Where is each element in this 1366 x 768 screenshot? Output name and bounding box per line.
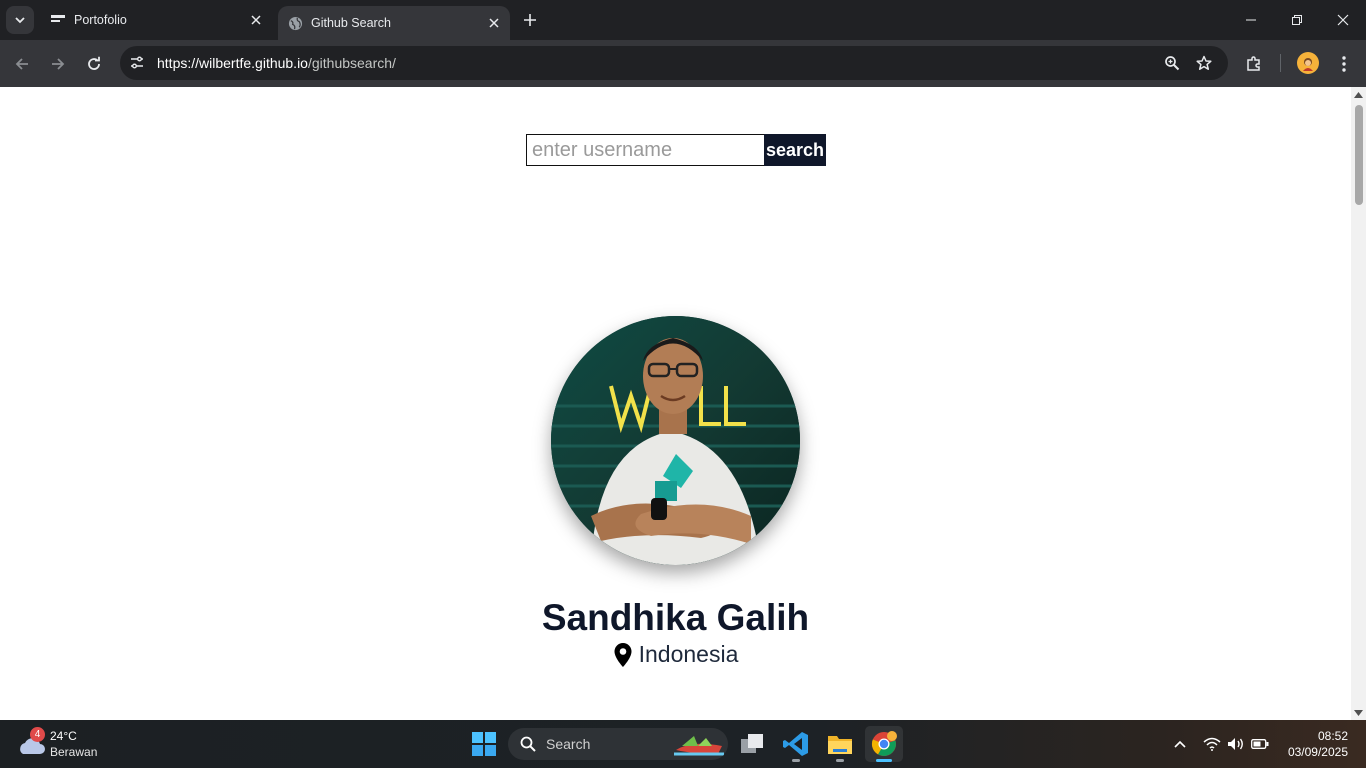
reload-button[interactable]: [80, 50, 108, 78]
portfolio-favicon: [50, 12, 66, 28]
extensions-button[interactable]: [1240, 50, 1268, 78]
vscode-app-button[interactable]: [777, 726, 815, 762]
bookmark-star-icon[interactable]: [1190, 49, 1218, 77]
start-button[interactable]: [468, 728, 500, 760]
forward-button[interactable]: [44, 50, 72, 78]
puzzle-icon: [1247, 56, 1260, 71]
search-button[interactable]: search: [764, 134, 826, 166]
clock-time: 08:52: [1317, 729, 1348, 743]
map-pin-icon: [613, 642, 635, 668]
weather-badge: 4: [30, 727, 45, 742]
site-info-icon[interactable]: [123, 49, 151, 77]
taskbar-search-label: Search: [546, 736, 591, 752]
zoom-icon[interactable]: [1158, 49, 1186, 77]
taskbar-search[interactable]: Search: [508, 728, 728, 760]
url-path: /githubsearch/: [307, 55, 396, 71]
close-window-button[interactable]: [1328, 6, 1358, 34]
address-bar[interactable]: https://wilbertfe.github.io/githubsearch…: [120, 46, 1228, 80]
globe-icon: [287, 15, 303, 31]
location-text: Indonesia: [638, 641, 739, 667]
browser-menu-button[interactable]: [1330, 50, 1358, 78]
close-icon: [1337, 14, 1349, 26]
scroll-thumb[interactable]: [1355, 105, 1363, 205]
arrow-right-icon: [52, 58, 65, 70]
show-hidden-icons-chevron-up-icon[interactable]: [1170, 734, 1190, 754]
battery-icon[interactable]: [1250, 734, 1270, 754]
windows-taskbar: 4 24°C Berawan Search 08:52 03/09/2025: [0, 720, 1366, 768]
tab-search-button[interactable]: [6, 6, 34, 34]
restore-button[interactable]: [1282, 6, 1312, 34]
system-clock[interactable]: 08:52 03/09/2025: [1280, 728, 1348, 760]
back-button[interactable]: [8, 50, 36, 78]
clock-date: 03/09/2025: [1287, 745, 1348, 759]
task-view-button[interactable]: [733, 726, 771, 762]
windows-logo-icon: [472, 732, 496, 756]
username-input[interactable]: [526, 134, 764, 166]
tab-title: Portofolio: [74, 13, 127, 27]
folder-icon: [828, 736, 852, 754]
arrow-left-icon: [15, 58, 28, 70]
wifi-icon[interactable]: [1202, 734, 1222, 754]
weather-temperature: 24°C: [50, 729, 77, 743]
running-indicator: [876, 759, 892, 762]
minimize-icon: [1246, 19, 1256, 21]
profile-avatar[interactable]: [1297, 52, 1319, 74]
weather-condition: Berawan: [50, 745, 98, 759]
page-viewport: search: [0, 87, 1351, 720]
plus-icon: [524, 14, 536, 26]
vscode-icon: [783, 732, 808, 756]
avatar-face-icon: [1303, 58, 1313, 71]
reload-icon: [88, 56, 100, 70]
new-tab-button[interactable]: [518, 8, 542, 32]
kebab-menu-icon: [1342, 56, 1346, 72]
running-indicator: [792, 759, 800, 762]
file-explorer-app-button[interactable]: [821, 726, 859, 762]
search-icon: [518, 734, 538, 754]
minimize-button[interactable]: [1236, 6, 1266, 34]
chrome-icon: [871, 731, 897, 756]
running-indicator: [836, 759, 844, 762]
scroll-down-arrow-icon[interactable]: [1354, 708, 1363, 717]
search-form: search: [526, 134, 826, 166]
browser-toolbar: https://wilbertfe.github.io/githubsearch…: [0, 40, 1366, 87]
close-icon[interactable]: [246, 10, 266, 30]
chrome-app-button[interactable]: [865, 726, 903, 762]
restore-icon: [1292, 15, 1302, 25]
profile-location: Indonesia: [0, 641, 1351, 668]
volume-icon[interactable]: [1226, 734, 1246, 754]
search-highlight-icon: [674, 736, 724, 756]
profile-name: Sandhika Galih: [541, 597, 810, 638]
page-scrollbar[interactable]: [1351, 87, 1366, 720]
tab-title: Github Search: [311, 16, 391, 30]
tab-portofolio[interactable]: Portofolio: [40, 0, 272, 40]
scroll-up-arrow-icon[interactable]: [1354, 90, 1363, 99]
profile-avatar-photo: [551, 316, 800, 565]
chevron-down-icon: [15, 17, 25, 24]
tab-strip: Portofolio Github Search: [0, 0, 1366, 40]
toolbar-divider: [1280, 54, 1281, 72]
url-host: https://wilbertfe.github.io: [157, 55, 308, 71]
task-view-icon: [741, 734, 763, 753]
close-icon[interactable]: [484, 13, 504, 33]
weather-widget[interactable]: 4 24°C Berawan: [16, 726, 116, 762]
url-text: https://wilbertfe.github.io/githubsearch…: [157, 55, 396, 71]
tab-github-search[interactable]: Github Search: [278, 6, 510, 40]
